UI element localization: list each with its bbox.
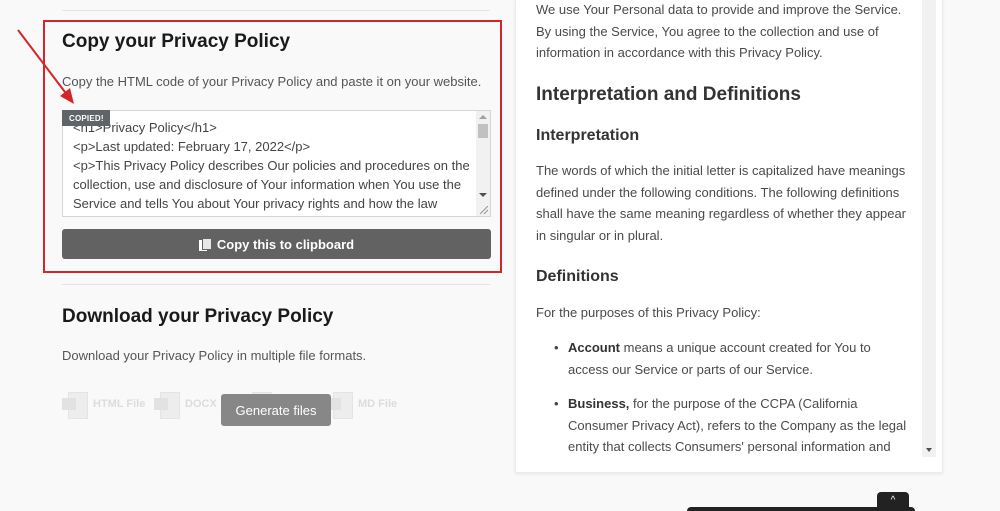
- top-divider: [62, 10, 490, 11]
- definitions-intro: For the purposes of this Privacy Policy:: [536, 305, 761, 320]
- intro-paragraph: We use Your Personal data to provide and…: [536, 0, 936, 64]
- copy-icon: [198, 237, 212, 251]
- file-option-md[interactable]: MD File: [327, 391, 398, 419]
- definition-item: Account means a unique account created f…: [536, 337, 936, 380]
- interpretation-line: The words of which the initial letter is…: [536, 163, 906, 178]
- textarea-scroll-thumb[interactable]: [478, 124, 488, 138]
- download-section-description: Download your Privacy Policy in multiple…: [62, 348, 367, 363]
- policy-preview-panel[interactable]: We use Your Personal data to provide and…: [515, 0, 943, 473]
- textarea-line: <h1>Privacy Policy</h1>: [73, 120, 217, 135]
- section-divider: [62, 284, 490, 285]
- interpretation-line: shall have the same meaning regardless o…: [536, 206, 906, 221]
- copy-section-title: Copy your Privacy Policy: [62, 31, 291, 52]
- textarea-scrollbar[interactable]: [476, 111, 490, 216]
- textarea-content: <h1>Privacy Policy</h1> <p>Last updated:…: [73, 118, 473, 213]
- file-option-label: MD File: [358, 398, 398, 410]
- file-option-docx[interactable]: DOCX: [154, 391, 217, 419]
- definition-text: entity that collects Consumers' personal…: [568, 439, 891, 454]
- textarea-line: <p>Last updated: February 17, 2022</p>: [73, 139, 311, 154]
- policy-html-textarea[interactable]: <h1>Privacy Policy</h1> <p>Last updated:…: [62, 110, 491, 217]
- scroll-to-top-button[interactable]: ^: [877, 492, 909, 511]
- interpretation-paragraph: The words of which the initial letter is…: [536, 160, 936, 246]
- intro-line: information in accordance with this Priv…: [536, 45, 823, 60]
- definition-term: Business,: [568, 396, 630, 411]
- docx-file-icon: [154, 391, 180, 419]
- definition-term: Account: [568, 340, 620, 355]
- html-file-icon: [62, 391, 88, 419]
- preview-scrollbar[interactable]: [922, 0, 936, 457]
- file-option-label: DOCX: [185, 398, 217, 410]
- textarea-line: <p>This Privacy Policy describes Our pol…: [73, 158, 470, 173]
- definition-text: for the purpose of the CCPA (California: [629, 396, 858, 411]
- download-section-title: Download your Privacy Policy: [62, 306, 334, 327]
- definition-text: access our Service or parts of our Servi…: [568, 361, 813, 377]
- scroll-down-arrow-icon[interactable]: [926, 448, 932, 452]
- file-option-html[interactable]: HTML File: [62, 391, 146, 419]
- copy-section-description: Copy the HTML code of your Privacy Polic…: [62, 74, 482, 89]
- copy-button-label: Copy this to clipboard: [216, 236, 355, 252]
- chevron-up-icon: ^: [890, 495, 896, 506]
- copy-to-clipboard-button[interactable]: Copy this to clipboard: [62, 229, 491, 259]
- definition-item: Business, for the purpose of the CCPA (C…: [536, 393, 936, 458]
- file-option-label: HTML File: [93, 398, 146, 410]
- heading-definitions: Definitions: [536, 268, 619, 285]
- definitions-list: Account means a unique account created f…: [536, 337, 936, 458]
- interpretation-line: defined under the following conditions. …: [536, 184, 900, 200]
- resize-handle-icon[interactable]: [480, 206, 488, 214]
- heading-interpretation-definitions: Interpretation and Definitions: [536, 84, 801, 105]
- textarea-line: collection, use and disclosure of Your i…: [73, 177, 462, 192]
- intro-line: We use Your Personal data to provide and…: [536, 2, 902, 17]
- generate-files-button[interactable]: Generate files: [221, 394, 331, 426]
- scroll-up-arrow-icon[interactable]: [479, 115, 487, 119]
- definition-text: means a unique account created for You t…: [620, 340, 871, 355]
- copied-badge: COPIED!: [62, 110, 110, 126]
- interpretation-line: in singular or in plural.: [536, 227, 664, 243]
- scroll-down-arrow-icon[interactable]: [479, 193, 487, 197]
- heading-interpretation: Interpretation: [536, 127, 640, 144]
- definition-text: Consumer Privacy Act), refers to the Com…: [568, 417, 907, 433]
- intro-line: By using the Service, You agree to the c…: [536, 23, 879, 39]
- textarea-line: Service and tells You about Your privacy…: [73, 196, 438, 211]
